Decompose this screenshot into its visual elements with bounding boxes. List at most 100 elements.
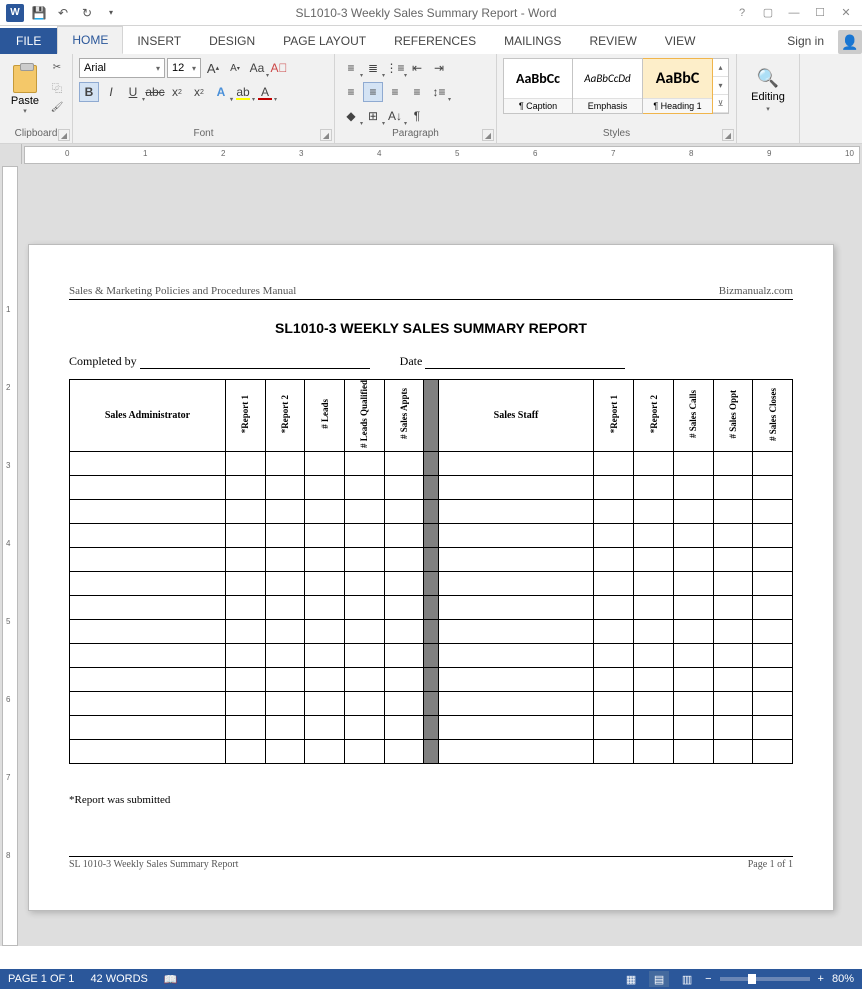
- cut-button[interactable]: ✂: [48, 58, 66, 76]
- table-cell: [713, 668, 753, 692]
- styles-dialog-launcher[interactable]: ◢: [722, 129, 734, 141]
- italic-button[interactable]: I: [101, 82, 121, 102]
- document-scroll[interactable]: Sales & Marketing Policies and Procedure…: [22, 164, 862, 946]
- qat-customize[interactable]: ▾: [100, 2, 122, 24]
- highlight-button[interactable]: ab: [233, 82, 253, 102]
- help-button[interactable]: ?: [730, 3, 754, 23]
- multilevel-list-button[interactable]: ⋮≡: [385, 58, 405, 78]
- subscript-button[interactable]: x2: [167, 82, 187, 102]
- font-color-button[interactable]: A: [255, 82, 275, 102]
- find-icon[interactable]: 🔍: [757, 68, 779, 89]
- underline-button[interactable]: U: [123, 82, 143, 102]
- paragraph-dialog-launcher[interactable]: ◢: [482, 129, 494, 141]
- table-cell: [225, 668, 265, 692]
- tab-mailings[interactable]: MAILINGS: [490, 28, 575, 54]
- paste-button[interactable]: Paste ▾: [6, 58, 44, 122]
- superscript-button[interactable]: x2: [189, 82, 209, 102]
- view-print-layout[interactable]: ▤: [649, 971, 669, 987]
- decrease-indent-button[interactable]: ⇤: [407, 58, 427, 78]
- sign-in-link[interactable]: Sign in: [777, 28, 834, 54]
- table-cell: [70, 740, 226, 764]
- ruler-horizontal[interactable]: 012345678910: [24, 146, 860, 164]
- styles-gallery-scroll[interactable]: ▴ ▾ ⊻: [713, 58, 729, 114]
- undo-button[interactable]: ↶: [52, 2, 74, 24]
- zoom-in-button[interactable]: +: [818, 973, 824, 985]
- align-left-button[interactable]: ≡: [341, 82, 361, 102]
- quick-access-toolbar: W 💾 ↶ ↻ ▾: [4, 2, 122, 24]
- close-button[interactable]: ✕: [834, 3, 858, 23]
- editing-label[interactable]: Editing: [751, 91, 785, 103]
- tab-insert[interactable]: INSERT: [123, 28, 195, 54]
- show-hide-button[interactable]: ¶: [407, 106, 427, 126]
- align-center-button[interactable]: ≡: [363, 82, 383, 102]
- tab-view[interactable]: VIEW: [651, 28, 710, 54]
- table-cell: [634, 476, 674, 500]
- grow-font-button[interactable]: A▴: [203, 58, 223, 78]
- zoom-slider[interactable]: [720, 977, 810, 981]
- tab-references[interactable]: REFERENCES: [380, 28, 490, 54]
- tab-design[interactable]: DESIGN: [195, 28, 269, 54]
- table-cell: [424, 500, 438, 524]
- table-cell: [265, 740, 305, 764]
- bold-button[interactable]: B: [79, 82, 99, 102]
- status-words[interactable]: 42 WORDS: [90, 973, 147, 985]
- table-cell: [265, 548, 305, 572]
- col-leads: # Leads: [305, 380, 345, 452]
- view-read-mode[interactable]: ▦: [621, 971, 641, 987]
- format-painter-button[interactable]: 🖌: [48, 98, 66, 116]
- styles-scroll-down[interactable]: ▾: [713, 77, 728, 95]
- tab-file[interactable]: FILE: [0, 28, 57, 54]
- ribbon-display-options[interactable]: ▢: [756, 3, 780, 23]
- table-cell: [673, 548, 713, 572]
- table-cell: [753, 452, 793, 476]
- ruler-vertical[interactable]: 12345678: [2, 166, 18, 946]
- table-cell: [225, 620, 265, 644]
- style-heading-1[interactable]: AaBbC ¶ Heading 1: [643, 58, 713, 114]
- save-button[interactable]: 💾: [28, 2, 50, 24]
- table-cell: [634, 740, 674, 764]
- sort-button[interactable]: A↓: [385, 106, 405, 126]
- doc-title: SL1010-3 WEEKLY SALES SUMMARY REPORT: [69, 320, 793, 336]
- numbering-button[interactable]: ≣: [363, 58, 383, 78]
- maximize-button[interactable]: ☐: [808, 3, 832, 23]
- copy-button[interactable]: ⿻: [48, 78, 66, 96]
- tab-review[interactable]: REVIEW: [575, 28, 650, 54]
- text-effects-button[interactable]: A: [211, 82, 231, 102]
- shading-button[interactable]: ◆: [341, 106, 361, 126]
- style-caption[interactable]: AaBbCc ¶ Caption: [503, 58, 573, 114]
- user-avatar-icon[interactable]: 👤: [838, 30, 862, 54]
- status-proofing-icon[interactable]: 📖: [164, 973, 178, 986]
- table-cell: [305, 620, 345, 644]
- shrink-font-button[interactable]: A▾: [225, 58, 245, 78]
- borders-button[interactable]: ⊞: [363, 106, 383, 126]
- align-right-button[interactable]: ≡: [385, 82, 405, 102]
- redo-button[interactable]: ↻: [76, 2, 98, 24]
- clipboard-dialog-launcher[interactable]: ◢: [58, 129, 70, 141]
- page[interactable]: Sales & Marketing Policies and Procedure…: [28, 244, 834, 911]
- clear-formatting-button[interactable]: A⃠: [269, 58, 289, 78]
- tab-page-layout[interactable]: PAGE LAYOUT: [269, 28, 380, 54]
- style-emphasis[interactable]: AaBbCcDd Emphasis: [573, 58, 643, 114]
- font-size-combo[interactable]: 12▾: [167, 58, 201, 78]
- increase-indent-button[interactable]: ⇥: [429, 58, 449, 78]
- word-app-icon[interactable]: W: [4, 2, 26, 24]
- table-cell: [225, 452, 265, 476]
- bullets-button[interactable]: ≡: [341, 58, 361, 78]
- line-spacing-button[interactable]: ↕≡: [429, 82, 449, 102]
- table-cell: [70, 620, 226, 644]
- status-page[interactable]: PAGE 1 OF 1: [8, 973, 74, 985]
- font-name-combo[interactable]: Arial▾: [79, 58, 165, 78]
- table-cell: [265, 596, 305, 620]
- minimize-button[interactable]: —: [782, 3, 806, 23]
- styles-expand[interactable]: ⊻: [713, 95, 728, 113]
- strikethrough-button[interactable]: abc: [145, 82, 165, 102]
- tab-home[interactable]: HOME: [57, 26, 123, 54]
- justify-button[interactable]: ≡: [407, 82, 427, 102]
- font-dialog-launcher[interactable]: ◢: [320, 129, 332, 141]
- styles-scroll-up[interactable]: ▴: [713, 59, 728, 77]
- zoom-out-button[interactable]: −: [705, 973, 711, 985]
- view-web-layout[interactable]: ▥: [677, 971, 697, 987]
- table-cell: [305, 500, 345, 524]
- zoom-level[interactable]: 80%: [832, 973, 854, 985]
- change-case-button[interactable]: Aa: [247, 58, 267, 78]
